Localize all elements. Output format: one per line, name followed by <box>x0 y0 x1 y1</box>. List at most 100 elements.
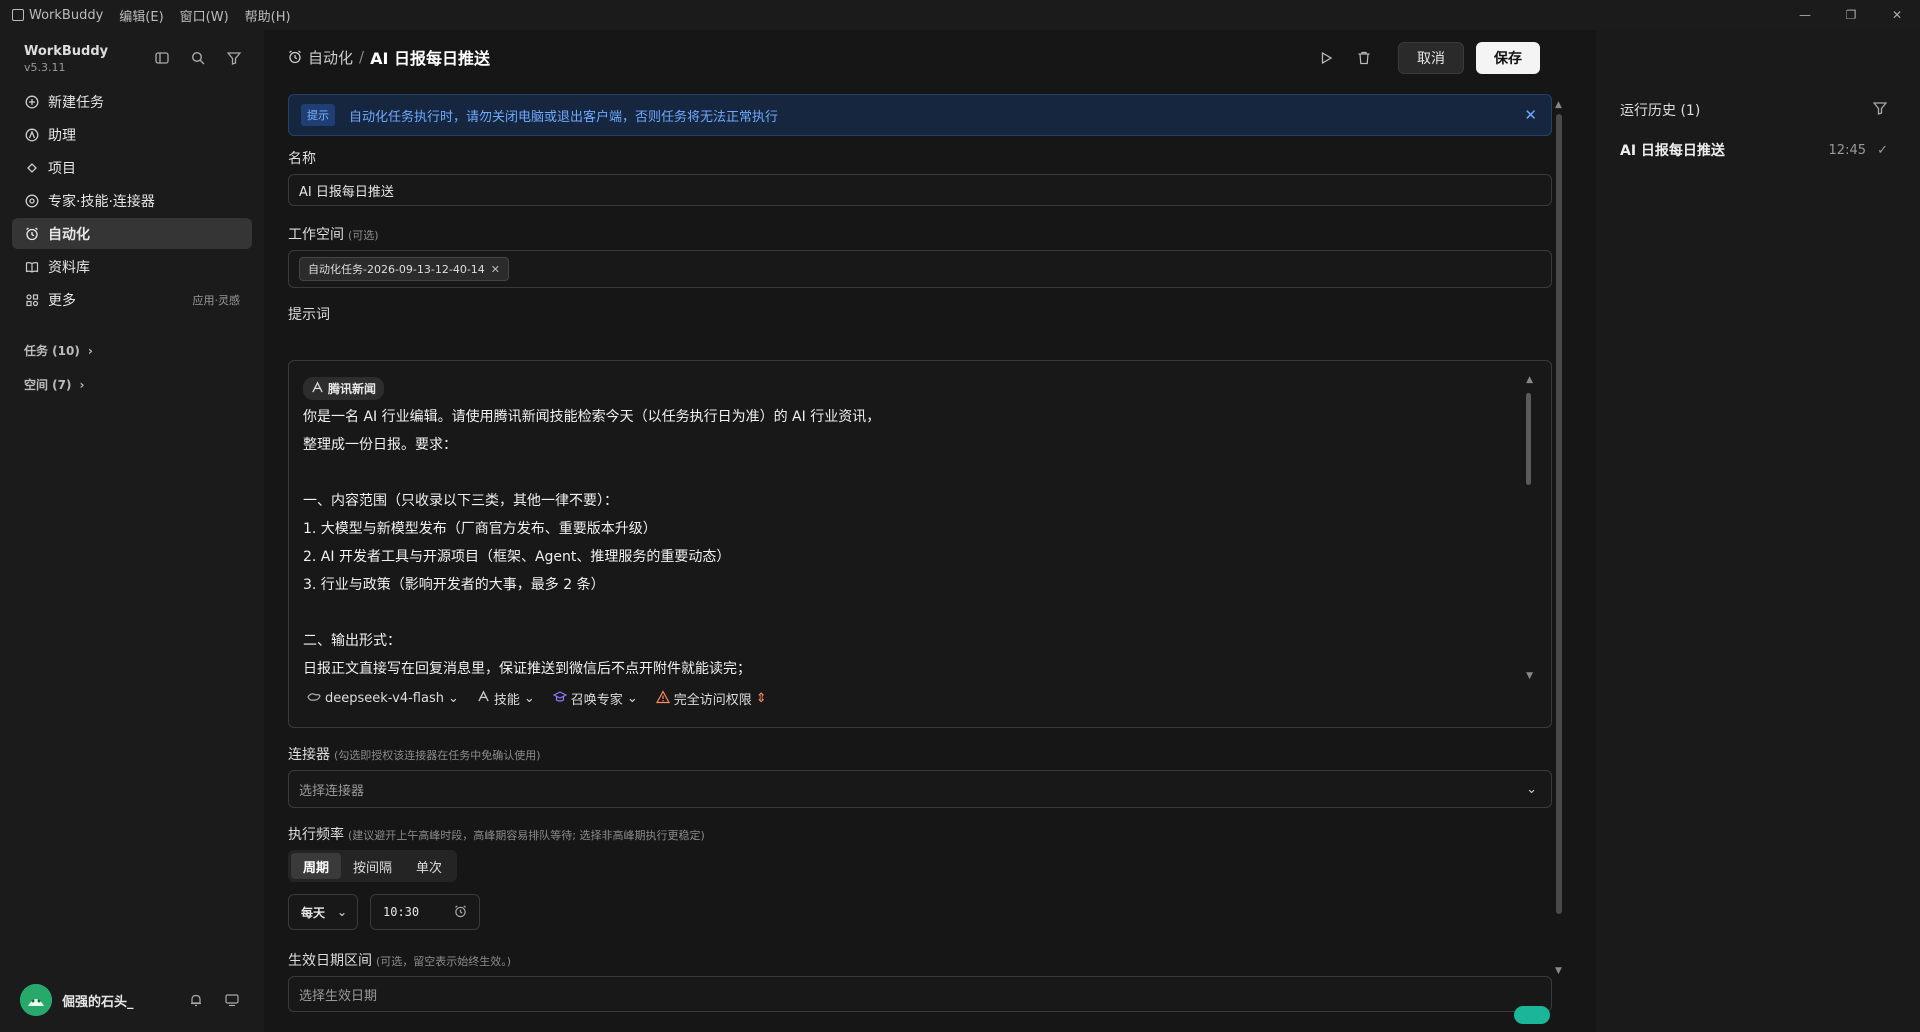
chevron-down-icon: ⌄ <box>336 905 347 919</box>
sidebar-item-label: 新建任务 <box>48 94 104 111</box>
breadcrumb-parent[interactable]: 自动化 <box>308 47 353 68</box>
user-profile[interactable]: 倔强的石头_ <box>20 984 252 1016</box>
model-label: deepseek-v4-flash <box>325 691 444 706</box>
skill-tag-label: 腾讯新闻 <box>328 382 377 396</box>
menu-help[interactable]: 帮助(H) <box>245 6 291 25</box>
search-icon[interactable] <box>190 50 206 66</box>
connector-select[interactable]: 选择连接器 ⌄ <box>288 770 1552 808</box>
breadcrumb-separator: / <box>359 48 365 66</box>
date-range-picker[interactable]: 选择生效日期 <box>288 976 1552 1012</box>
sidebar-item-label: 项目 <box>48 160 76 177</box>
device-icon[interactable] <box>224 992 240 1008</box>
skill-tag[interactable]: 腾讯新闻 <box>303 377 385 400</box>
skill-icon <box>311 380 324 397</box>
run-time: 12:45 <box>1828 142 1866 158</box>
sidebar-nav: 新建任务 助理 项目 专家·技能·连接器 自动化 资料库 更多 应用·灵感 <box>12 86 252 317</box>
tab-periodic[interactable]: 周期 <box>291 853 342 879</box>
prompt-line: 一、内容范围（只收录以下三类，其他一律不要）： <box>303 493 618 509</box>
save-button[interactable]: 保存 <box>1476 42 1540 74</box>
restore-icon[interactable]: ❐ <box>1828 0 1874 30</box>
more-extra-label[interactable]: 应用·灵感 <box>193 292 241 308</box>
toggle-sidebar-icon[interactable] <box>154 50 170 66</box>
connector-hint: (勾选即授权该连接器在任务中免确认使用) <box>334 749 541 762</box>
prompt-editor[interactable]: 腾讯新闻 你是一名 AI 行业编辑。请使用腾讯新闻技能检索今天（以任务执行日为准… <box>288 360 1552 728</box>
workspace-label-text: 工作空间 <box>288 227 344 243</box>
sidebar-item-label: 自动化 <box>48 226 90 243</box>
main-scrollbar[interactable]: ▲ ▼ <box>1554 100 1564 980</box>
prompt-scrollbar[interactable] <box>1526 393 1531 485</box>
prompt-line <box>303 459 1503 487</box>
play-icon[interactable] <box>1312 44 1340 72</box>
brand: WorkBuddy v5.3.11 <box>24 44 108 74</box>
model-selector[interactable]: deepseek-v4-flash ⌄ <box>307 690 459 708</box>
sidebar-item-experts[interactable]: 专家·技能·连接器 <box>12 185 252 216</box>
main-scroll-thumb[interactable] <box>1556 114 1562 914</box>
sidebar-item-automation[interactable]: 自动化 <box>12 218 252 249</box>
notice-text: 自动化任务执行时，请勿关闭电脑或退出客户端，否则任务将无法正常执行 <box>349 109 779 125</box>
sidebar-item-label: 资料库 <box>48 259 90 276</box>
scroll-down-icon[interactable]: ▼ <box>1526 671 1533 681</box>
time-value: 10:30 <box>383 905 420 919</box>
workspace-field[interactable]: 自动化任务-2026-09-13-12-40-14 ✕ <box>288 250 1552 288</box>
app-logo-icon <box>12 9 24 21</box>
minimize-icon[interactable]: — <box>1782 0 1828 30</box>
expert-selector[interactable]: 召唤专家 ⌄ <box>552 689 638 708</box>
cancel-button[interactable]: 取消 <box>1398 42 1464 74</box>
prompt-line: 二、输出形式： <box>303 633 401 649</box>
frequency-hint: (建议避开上午高峰时段，高峰期容易排队等待; 选择非高峰期执行更稳定) <box>348 829 705 842</box>
permission-label: 完全访问权限 <box>673 693 752 708</box>
workspace-chip[interactable]: 自动化任务-2026-09-13-12-40-14 ✕ <box>299 257 510 281</box>
group-tasks[interactable]: 任务 (10) › <box>24 342 93 359</box>
run-history-item[interactable]: AI 日报每日推送 12:45 ✓ <box>1620 140 1892 160</box>
form-content: 提示 自动化任务执行时，请勿关闭电脑或退出客户端，否则任务将无法正常执行 ✕ 名… <box>288 94 1552 1032</box>
filter-icon[interactable] <box>1872 100 1888 116</box>
scroll-up-icon[interactable]: ▲ <box>1555 100 1562 110</box>
permission-selector[interactable]: 完全访问权限 ⇕ <box>655 689 767 708</box>
workspace-hint: (可选) <box>348 229 379 242</box>
name-field[interactable]: AI 日报每日推送 <box>288 174 1552 206</box>
close-window-icon[interactable]: ✕ <box>1874 0 1920 30</box>
sidebar-item-label: 助理 <box>48 127 76 144</box>
main-panel: 自动化 / AI 日报每日推送 取消 保存 提示 自动化任务执行时，请勿关闭电脑… <box>264 30 1596 1032</box>
avatar[interactable] <box>20 984 52 1016</box>
filter-icon[interactable] <box>226 50 242 66</box>
menu-edit[interactable]: 编辑(E) <box>119 6 163 25</box>
period-value: 每天 <box>301 905 326 920</box>
bell-icon[interactable] <box>188 992 204 1008</box>
user-name: 倔强的石头_ <box>62 994 134 1010</box>
toggle-switch[interactable] <box>1514 1006 1550 1024</box>
sidebar-item-assistant[interactable]: 助理 <box>12 119 252 150</box>
page-title: AI 日报每日推送 <box>370 49 490 68</box>
period-select[interactable]: 每天 ⌄ <box>288 894 358 930</box>
skills-label: 技能 <box>493 693 520 708</box>
trash-icon[interactable] <box>1350 44 1378 72</box>
sidebar-item-new-task[interactable]: 新建任务 <box>12 86 252 117</box>
breadcrumb: 自动化 / AI 日报每日推送 <box>288 42 490 72</box>
tab-interval[interactable]: 按间隔 <box>341 853 404 879</box>
warning-icon <box>655 689 670 708</box>
sidebar-item-project[interactable]: 项目 <box>12 152 252 183</box>
window-controls: — ❐ ✕ <box>1782 0 1920 30</box>
group-tasks-label: 任务 (10) <box>24 344 80 358</box>
sidebar-item-more[interactable]: 更多 应用·灵感 <box>12 284 252 315</box>
time-picker[interactable]: 10:30 <box>370 894 480 930</box>
run-history-title: 运行历史 (1) <box>1620 103 1701 119</box>
scroll-up-icon[interactable]: ▲ <box>1526 375 1533 385</box>
date-range-placeholder: 选择生效日期 <box>299 988 378 1004</box>
chevron-down-icon: ⌄ <box>1526 781 1537 797</box>
menu-window[interactable]: 窗口(W) <box>180 6 229 25</box>
workspace-chip-label: 自动化任务-2026-09-13-12-40-14 <box>308 263 485 276</box>
chevron-down-icon: ⌄ <box>626 691 638 706</box>
close-icon[interactable]: ✕ <box>1524 106 1537 124</box>
prompt-text[interactable]: 你是一名 AI 行业编辑。请使用腾讯新闻技能检索今天（以任务执行日为准）的 AI… <box>303 403 1503 683</box>
scroll-down-icon[interactable]: ▼ <box>1555 966 1562 976</box>
sidebar: WorkBuddy v5.3.11 新建任务 助理 项目 专家·技能·连接器 自… <box>0 30 264 1032</box>
prompt-line: 3. 行业与政策（影响开发者的大事，最多 2 条） <box>303 577 605 593</box>
frequency-label-text: 执行频率 <box>288 827 344 843</box>
tab-once[interactable]: 单次 <box>404 853 454 879</box>
skills-selector[interactable]: 技能 ⌄ <box>477 689 535 708</box>
sidebar-item-library[interactable]: 资料库 <box>12 251 252 282</box>
group-spaces[interactable]: 空间 (7) › <box>24 376 84 393</box>
name-value: AI 日报每日推送 <box>299 184 394 200</box>
remove-chip-icon[interactable]: ✕ <box>491 263 500 276</box>
